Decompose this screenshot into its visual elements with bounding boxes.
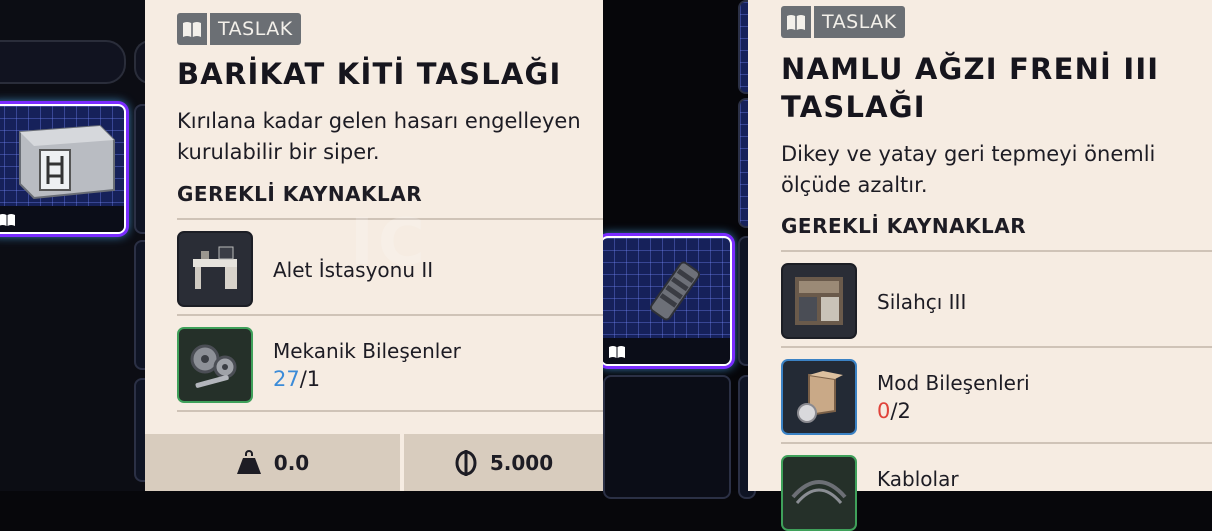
item-tooltip-muzzle-brake-blueprint: TASLAK NAMLU AĞZI FRENİ III TASLAĞI Dike… [748, 0, 1212, 531]
divider [177, 218, 603, 220]
resource-count: 0/2 [877, 399, 911, 423]
divider [781, 442, 1212, 444]
price-value: 5.000 [489, 450, 554, 475]
workbench-icon [177, 231, 253, 307]
inventory-slot-barricade-kit[interactable] [0, 104, 126, 234]
resource-name: Mod Bileşenleri [877, 371, 1030, 395]
blueprint-tag: TASLAK [781, 6, 905, 38]
resource-name: Mekanik Bileşenler [273, 339, 461, 363]
blueprint-tag: TASLAK [177, 13, 301, 45]
coin-icon [455, 449, 477, 476]
barricade-kit-image [19, 124, 115, 200]
item-description: Kırılana kadar gelen hasarı engelleyen k… [177, 109, 581, 164]
resource-count: 27/1 [273, 367, 320, 391]
book-icon [183, 21, 201, 37]
resource-name: Kablolar [877, 467, 959, 491]
divider [177, 410, 603, 412]
resource-name: Alet İstasyonu II [273, 258, 434, 282]
divider [781, 346, 1212, 348]
item-price: 5.000 [404, 434, 603, 491]
resource-count-required: /2 [890, 399, 911, 423]
resource-count-owned: 0 [877, 399, 891, 423]
blueprint-book-icon [609, 346, 625, 358]
item-title: BARİKAT KİTİ TASLAĞI [177, 57, 562, 91]
item-title: NAMLU AĞZI FRENİ III TASLAĞI [781, 52, 1160, 124]
required-resources-heading: GEREKLİ KAYNAKLAR [781, 214, 1027, 238]
item-description: Dikey ve yatay geri tepmeyi önemli ölçüd… [781, 142, 1156, 197]
resource-name: Silahçı III [877, 290, 967, 314]
tag-label: TASLAK [814, 6, 905, 38]
item-tooltip-barricade-kit-blueprint: TASLAK BARİKAT KİTİ TASLAĞI Kırılana kad… [145, 0, 603, 491]
inventory-slot-empty[interactable] [603, 375, 731, 499]
mod-components-icon [781, 359, 857, 435]
muzzle-brake-image [649, 261, 701, 321]
gunsmith-bench-icon [781, 263, 857, 339]
resource-count-owned: 27 [273, 367, 300, 391]
blueprint-book-icon [0, 214, 15, 226]
resource-count-required: /1 [299, 367, 321, 391]
inventory-slot-muzzle-brake[interactable] [600, 236, 732, 366]
item-weight: 0.0 [145, 434, 400, 491]
divider [781, 250, 1212, 252]
tag-label: TASLAK [210, 13, 301, 45]
wires-icon [781, 455, 857, 531]
book-icon [787, 14, 805, 30]
inventory-search-bar[interactable] [0, 40, 126, 84]
mechanical-components-icon [177, 327, 253, 403]
divider [177, 314, 603, 316]
weight-icon [236, 449, 261, 474]
weight-value: 0.0 [273, 450, 310, 475]
required-resources-heading: GEREKLİ KAYNAKLAR [177, 182, 423, 206]
